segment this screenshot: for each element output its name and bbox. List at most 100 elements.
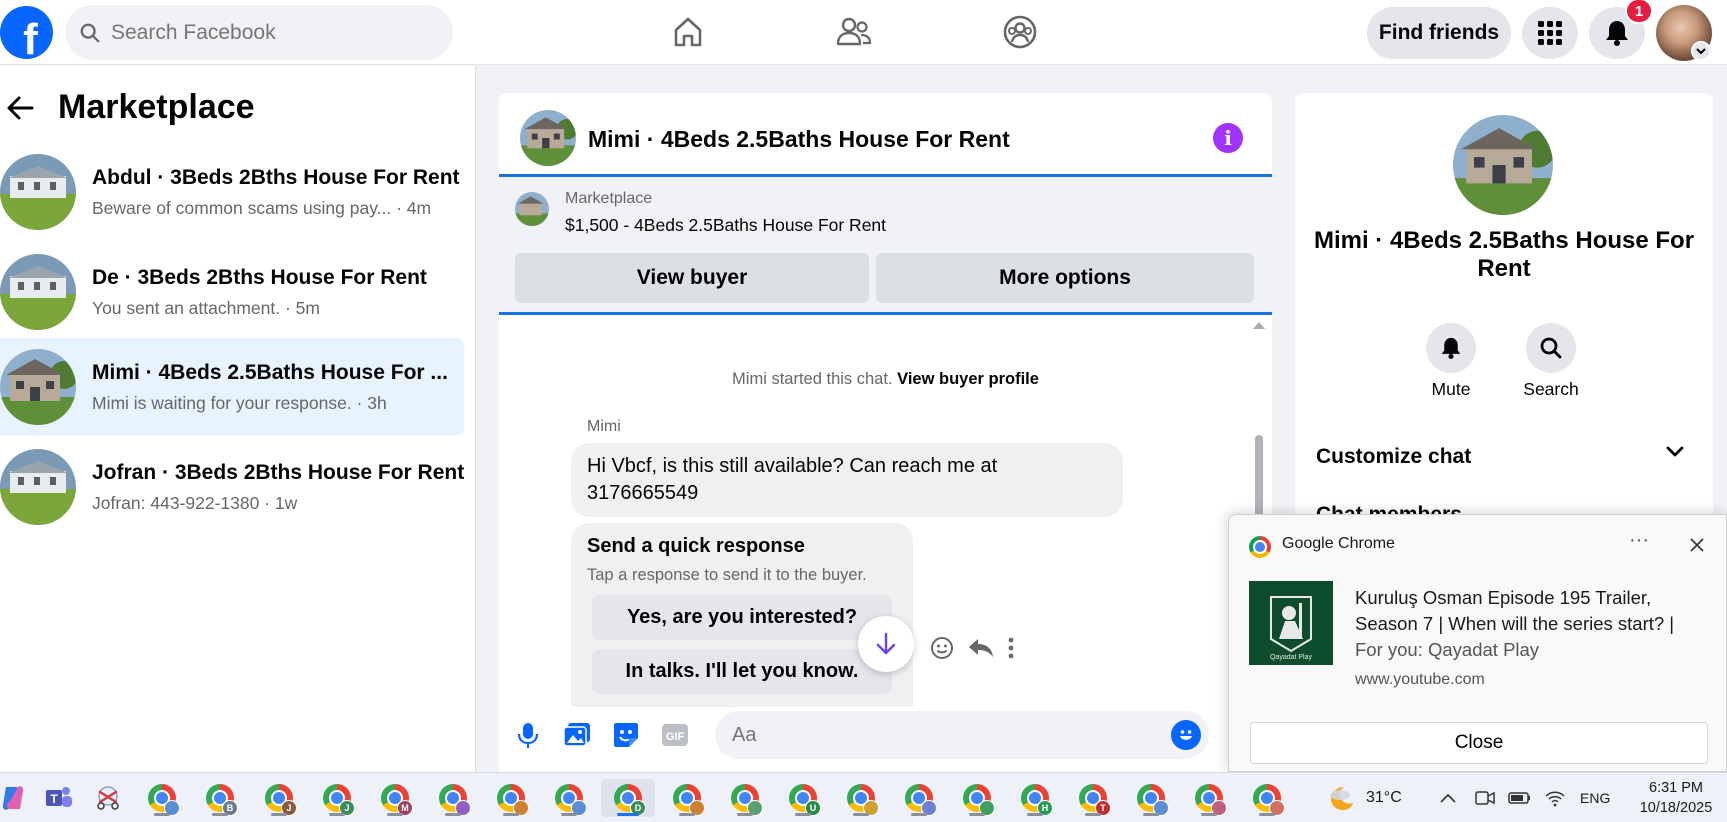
listing-thumbnail — [0, 254, 76, 330]
photo-icon[interactable] — [561, 719, 593, 751]
gif-icon[interactable]: GIF — [659, 719, 691, 751]
friends-icon[interactable] — [832, 10, 876, 54]
notification-title[interactable]: Kuruluş Osman Episode 195 Trailer, Seaso… — [1355, 585, 1710, 637]
chrome-profile-icon[interactable] — [434, 779, 472, 817]
microphone-icon[interactable] — [512, 719, 544, 751]
chrome-profile-icon[interactable] — [1132, 779, 1170, 817]
info-icon[interactable]: i — [1213, 123, 1243, 153]
scroll-down-arrow-icon[interactable] — [858, 616, 914, 672]
more-vertical-icon[interactable] — [1007, 636, 1015, 660]
chevron-down-icon[interactable] — [1691, 41, 1711, 61]
quick-response-card: Send a quick response Tap a response to … — [571, 523, 913, 723]
listing-thumbnail — [0, 449, 76, 525]
conversation-item[interactable]: Jofran · 3Beds 2Bths House For Rent Jofr… — [0, 438, 464, 536]
chrome-profile-icon[interactable] — [1248, 779, 1286, 817]
banner-label: Marketplace — [565, 190, 653, 207]
react-emoji-icon[interactable] — [929, 635, 955, 661]
weather-widget[interactable]: 31°C — [1326, 773, 1402, 822]
view-buyer-button[interactable]: View buyer — [515, 253, 869, 303]
chrome-profile-icon[interactable] — [492, 779, 530, 817]
quick-reply-button[interactable]: Yes, are you interested? — [592, 595, 892, 640]
message-input[interactable] — [715, 711, 1209, 759]
chat-title[interactable]: Mimi · 4Beds 2.5Baths House For Rent — [588, 126, 1010, 153]
chrome-profile-icon[interactable]: B — [201, 779, 239, 817]
system-clock[interactable]: 6:31 PM 10/18/2025 — [1630, 778, 1722, 818]
close-icon[interactable] — [1689, 537, 1705, 553]
marketplace-listing-banner: Marketplace $1,500 - 4Beds 2.5Baths Hous… — [499, 177, 1272, 315]
system-tray: ENG — [1438, 773, 1610, 822]
conversation-time: · 3h — [351, 393, 387, 413]
notification-url: www.youtube.com — [1355, 671, 1485, 688]
conversation-name: De · 3Beds 2Bths House For Rent — [92, 266, 427, 289]
meet-now-icon[interactable] — [1474, 788, 1496, 808]
language-indicator[interactable]: ENG — [1580, 790, 1610, 806]
back-arrow-icon[interactable] — [4, 93, 42, 123]
conversation-preview-text: Jofran: 443-922-1380 — [92, 493, 260, 513]
battery-icon[interactable] — [1508, 790, 1532, 806]
mute-label: Mute — [1431, 379, 1471, 399]
chrome-profile-icon[interactable] — [958, 779, 996, 817]
conversation-name: Jofran · 3Beds 2Bths House For Rent — [92, 461, 465, 484]
clock-time: 6:31 PM — [1649, 780, 1703, 796]
notification-app-name: Google Chrome — [1282, 535, 1395, 552]
chevron-down-icon[interactable] — [1665, 445, 1685, 459]
groups-icon[interactable] — [998, 10, 1042, 54]
wifi-icon[interactable] — [1544, 789, 1566, 807]
mute-button[interactable]: Mute — [1411, 323, 1491, 400]
quick-reply-button[interactable]: In talks. I'll let you know. — [592, 649, 892, 694]
facebook-logo[interactable]: f — [0, 6, 53, 59]
chrome-profile-icon[interactable] — [668, 779, 706, 817]
banner-listing[interactable]: $1,500 - 4Beds 2.5Baths House For Rent — [565, 215, 886, 236]
chrome-notification: Google Chrome ··· Qayadat Play Kuruluş O… — [1228, 514, 1727, 772]
weather-moon-icon — [1330, 787, 1353, 810]
conversation-preview-text: You sent an attachment. — [92, 298, 281, 318]
chrome-profile-icon[interactable] — [842, 779, 880, 817]
message-composer: GIF — [499, 707, 1272, 773]
teams-icon[interactable]: T — [40, 779, 78, 817]
notification-subtitle: For you: Qayadat Play — [1355, 639, 1540, 660]
chrome-profile-icon[interactable] — [1190, 779, 1228, 817]
conversation-item[interactable]: De · 3Beds 2Bths House For Rent You sent… — [0, 243, 464, 341]
conversation-preview: Mimi is waiting for your response. · 3h — [92, 393, 387, 414]
menu-grid-icon[interactable] — [1522, 7, 1578, 59]
home-icon[interactable] — [666, 10, 710, 54]
search-chat-button[interactable]: Search — [1511, 323, 1591, 400]
chrome-profile-icon[interactable] — [550, 779, 588, 817]
chevron-up-icon[interactable] — [1438, 791, 1458, 805]
conversation-preview-text: Mimi is waiting for your response. — [92, 393, 352, 413]
conversation-name: Abdul · 3Beds 2Bths House For Rent — [92, 166, 460, 189]
find-friends-button[interactable]: Find friends — [1367, 7, 1511, 59]
facebook-logo-text: f — [23, 15, 38, 59]
customize-chat-section[interactable]: Customize chat — [1316, 445, 1471, 469]
chrome-profile-icon[interactable]: M — [376, 779, 414, 817]
chrome-profile-icon[interactable] — [143, 779, 181, 817]
chrome-profile-icon-active[interactable]: D — [601, 779, 655, 817]
chrome-profile-icon[interactable]: J — [318, 779, 356, 817]
chrome-profile-icon[interactable] — [726, 779, 764, 817]
conversation-item[interactable]: Abdul · 3Beds 2Bths House For Rent Bewar… — [0, 143, 464, 241]
conversation-preview: Jofran: 443-922-1380 · 1w — [92, 493, 297, 514]
notification-close-button[interactable]: Close — [1250, 722, 1708, 764]
more-options-button[interactable]: More options — [876, 253, 1254, 303]
conversation-item-active[interactable]: Mimi · 4Beds 2.5Baths House For ... Mimi… — [0, 338, 464, 436]
chrome-profile-icon[interactable]: J — [260, 779, 298, 817]
reply-icon[interactable] — [967, 636, 995, 660]
emoji-icon[interactable] — [1171, 720, 1201, 750]
chrome-profile-icon[interactable]: T — [1074, 779, 1112, 817]
copilot-icon[interactable] — [0, 779, 32, 817]
chrome-profile-icon[interactable]: H — [1016, 779, 1054, 817]
chrome-profile-icon[interactable]: U — [784, 779, 822, 817]
gif-icon-label: GIF — [666, 731, 685, 743]
sticker-icon[interactable] — [610, 719, 642, 751]
snipping-tool-icon[interactable] — [89, 779, 127, 817]
marketplace-title: Marketplace — [58, 88, 255, 126]
view-buyer-profile-link[interactable]: View buyer profile — [897, 370, 1039, 388]
more-options-icon[interactable]: ··· — [1629, 529, 1649, 552]
chat-started-text: Mimi started this chat. — [732, 370, 893, 388]
chrome-profile-icon[interactable] — [900, 779, 938, 817]
thumbnail-caption: Qayadat Play — [1270, 654, 1313, 661]
search-box[interactable] — [65, 5, 453, 60]
chat-started-notice: Mimi started this chat. View buyer profi… — [499, 370, 1272, 389]
chat-avatar[interactable] — [520, 110, 576, 166]
search-input[interactable] — [111, 20, 411, 45]
